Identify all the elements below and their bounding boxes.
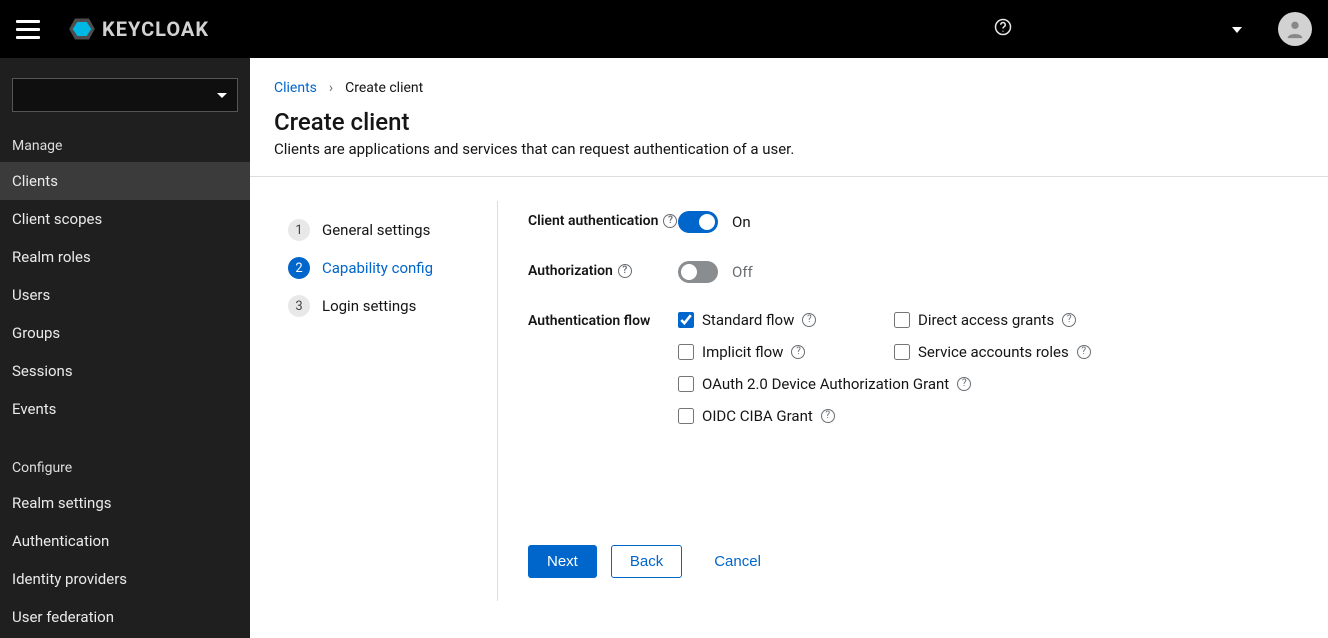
field-label: Client authentication ? (528, 211, 678, 229)
wizard-steps: 1 General settings 2 Capability config 3… (288, 201, 498, 601)
chevron-down-icon (217, 93, 227, 98)
checkbox-label: Standard flow (702, 311, 794, 329)
brand: KEYCLOAK (68, 15, 209, 43)
step-label: Login settings (322, 297, 416, 315)
cancel-button[interactable]: Cancel (696, 546, 779, 577)
help-icon[interactable]: ? (957, 377, 971, 391)
checkbox-input[interactable] (894, 344, 910, 360)
sidebar-item-user-federation[interactable]: User federation (0, 598, 250, 636)
brand-text: KEYCLOAK (102, 17, 209, 41)
sidebar-item-authentication[interactable]: Authentication (0, 522, 250, 560)
checkbox-input[interactable] (678, 344, 694, 360)
checkbox-label: OIDC CIBA Grant (702, 407, 813, 425)
sidebar-item-groups[interactable]: Groups (0, 314, 250, 352)
sidebar-item-sessions[interactable]: Sessions (0, 352, 250, 390)
checkbox-label: Direct access grants (918, 311, 1054, 329)
help-icon[interactable]: ? (802, 313, 816, 327)
sidebar: Manage Clients Client scopes Realm roles… (0, 58, 250, 638)
checkbox-standard-flow[interactable]: Standard flow ? (678, 311, 888, 329)
step-number: 3 (288, 295, 310, 317)
checkbox-input[interactable] (678, 408, 694, 424)
sidebar-item-realm-settings[interactable]: Realm settings (0, 484, 250, 522)
sidebar-section-manage: Manage (0, 124, 250, 162)
help-icon[interactable] (994, 18, 1012, 40)
wizard-step-general-settings[interactable]: 1 General settings (288, 211, 479, 249)
help-icon[interactable]: ? (663, 214, 677, 228)
field-label: Authorization ? (528, 261, 678, 279)
field-authorization: Authorization ? Off (528, 261, 1304, 283)
sidebar-item-clients[interactable]: Clients (0, 162, 250, 200)
sidebar-item-realm-roles[interactable]: Realm roles (0, 238, 250, 276)
keycloak-logo-icon (68, 15, 96, 43)
sidebar-item-users[interactable]: Users (0, 276, 250, 314)
next-button[interactable]: Next (528, 545, 597, 578)
page-title: Create client (274, 108, 1304, 136)
wizard-step-login-settings[interactable]: 3 Login settings (288, 287, 479, 325)
sidebar-item-client-scopes[interactable]: Client scopes (0, 200, 250, 238)
checkbox-oidc-ciba-grant[interactable]: OIDC CIBA Grant ? (678, 407, 1154, 425)
topbar: KEYCLOAK (0, 0, 1328, 58)
checkbox-label: Implicit flow (702, 343, 783, 361)
divider (250, 176, 1328, 177)
switch-value-text: On (732, 213, 751, 231)
checkbox-direct-access-grants[interactable]: Direct access grants ? (894, 311, 1154, 329)
step-number: 2 (288, 257, 310, 279)
field-label: Authentication flow (528, 311, 678, 329)
switch-value-text: Off (732, 263, 753, 281)
chevron-right-icon: › (329, 80, 333, 96)
sidebar-toggle[interactable] (16, 17, 40, 41)
page-description: Clients are applications and services th… (274, 140, 1304, 158)
back-button[interactable]: Back (611, 545, 682, 578)
help-icon[interactable]: ? (1062, 313, 1076, 327)
step-label: General settings (322, 221, 430, 239)
realm-selector[interactable] (12, 78, 238, 112)
authorization-switch[interactable] (678, 261, 718, 283)
checkbox-label: OAuth 2.0 Device Authorization Grant (702, 375, 949, 393)
client-authentication-switch[interactable] (678, 211, 718, 233)
help-icon[interactable]: ? (791, 345, 805, 359)
breadcrumb: Clients › Create client (274, 80, 1304, 96)
checkbox-label: Service accounts roles (918, 343, 1069, 361)
breadcrumb-current: Create client (345, 80, 423, 96)
help-icon[interactable]: ? (618, 264, 632, 278)
checkbox-input[interactable] (894, 312, 910, 328)
avatar[interactable] (1278, 12, 1312, 46)
step-number: 1 (288, 219, 310, 241)
wizard-step-capability-config[interactable]: 2 Capability config (288, 249, 479, 287)
help-icon[interactable]: ? (1077, 345, 1091, 359)
help-icon[interactable]: ? (821, 409, 835, 423)
checkbox-implicit-flow[interactable]: Implicit flow ? (678, 343, 888, 361)
checkbox-input[interactable] (678, 312, 694, 328)
checkbox-input[interactable] (678, 376, 694, 392)
sidebar-item-identity-providers[interactable]: Identity providers (0, 560, 250, 598)
main-content: Clients › Create client Create client Cl… (250, 58, 1328, 638)
checkbox-service-accounts-roles[interactable]: Service accounts roles ? (894, 343, 1154, 361)
wizard-footer: Next Back Cancel (528, 545, 1304, 578)
user-menu-caret[interactable] (1232, 21, 1242, 37)
checkbox-oauth2-device-grant[interactable]: OAuth 2.0 Device Authorization Grant ? (678, 375, 1154, 393)
field-authentication-flow: Authentication flow Standard flow ? Di (528, 311, 1304, 425)
wizard-form: Client authentication ? On Authorization… (498, 201, 1304, 601)
sidebar-section-configure: Configure (0, 446, 250, 484)
wizard: 1 General settings 2 Capability config 3… (288, 201, 1304, 601)
breadcrumb-root[interactable]: Clients (274, 80, 317, 96)
step-label: Capability config (322, 259, 433, 277)
sidebar-item-events[interactable]: Events (0, 390, 250, 428)
field-client-authentication: Client authentication ? On (528, 211, 1304, 233)
